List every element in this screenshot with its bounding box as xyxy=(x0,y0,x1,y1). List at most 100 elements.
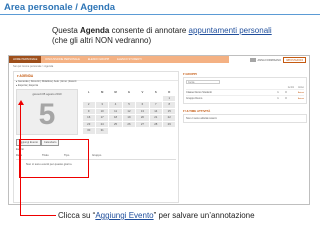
tab-elenco-studenti[interactable]: ELENCO STUDENTI xyxy=(113,56,145,63)
calendar-day[interactable]: 12 xyxy=(122,108,136,114)
calendar-day[interactable]: 26 xyxy=(122,121,136,127)
calendar-day[interactable]: 6 xyxy=(136,102,149,108)
calendar-day[interactable]: 25 xyxy=(109,121,122,127)
calendar-day[interactable]: 4 xyxy=(109,102,122,108)
agenda-filters[interactable]: ▸ Generale | Docenti | Didattica | Aule … xyxy=(16,80,136,87)
calendar-day xyxy=(136,128,148,134)
calendar-day[interactable]: 31 xyxy=(95,128,109,134)
calendar-day xyxy=(163,128,175,134)
settings-button[interactable]: IMPOSTAZIONI xyxy=(283,57,306,63)
weekday: M xyxy=(114,90,117,94)
calendar-day[interactable]: 22 xyxy=(163,115,176,121)
calendar-day[interactable]: 2 xyxy=(82,102,95,108)
calendar-day xyxy=(123,128,135,134)
calendar-day[interactable]: 13 xyxy=(136,108,149,114)
calendar-day[interactable]: 21 xyxy=(149,115,163,121)
calendar-day[interactable]: 20 xyxy=(136,115,149,121)
calendar-day[interactable]: 8 xyxy=(163,102,176,108)
weekday: S xyxy=(154,90,157,94)
intro-bold: Agenda xyxy=(80,26,110,35)
calendar-day[interactable]: 15 xyxy=(163,108,176,114)
calendar-day[interactable]: 17 xyxy=(95,115,109,121)
groups-table: Iscritti Attivo Classe Demo Studenti 1 0… xyxy=(186,86,304,101)
slide-title: Area personale / Agenda xyxy=(4,2,116,13)
group-name[interactable]: Classe Demo Studenti xyxy=(186,91,274,94)
group-actions-button[interactable]: Azioni xyxy=(290,92,304,94)
calendar-day[interactable]: 27 xyxy=(136,121,149,127)
calendar-week-row: 30 31 xyxy=(82,128,176,135)
caption: Clicca su “Aggiungi Evento” per salvare … xyxy=(58,211,255,220)
group-name[interactable]: Gruppo Demo xyxy=(186,97,274,100)
group-active: 0 xyxy=(285,97,287,100)
calendar-week-row: 2345678 xyxy=(82,102,176,109)
calendar-weeks: 1 2 3 4 5 6 7 8 9 10 11 12 13 14 15 16 17 18 19 20 21 22 23 24 2… xyxy=(82,95,176,134)
weekday-header: L M M G V S D xyxy=(82,90,176,95)
calendar-day[interactable]: 24 xyxy=(95,121,109,127)
highlight-box xyxy=(19,139,89,178)
weekday: G xyxy=(127,90,131,94)
calendar-day[interactable]: 23 xyxy=(82,121,95,127)
calendar-day xyxy=(109,128,121,134)
calendar-week-row: 9 10 11 12 13 14 15 xyxy=(82,108,176,115)
user-name[interactable]: ANNA FORMISANO xyxy=(258,59,282,62)
title-divider xyxy=(0,14,320,15)
intro-mid: consente di annotare xyxy=(109,26,189,35)
group-active: 0 xyxy=(285,91,287,94)
tab-discussione[interactable]: DISCUSSIONE PERSONALE xyxy=(41,56,83,63)
date-label: giovedì 05 agosto 2010 xyxy=(32,92,62,96)
avatar xyxy=(249,58,256,62)
activity-title-text: ULTIME ATTIVITÀ xyxy=(185,109,211,113)
filters-line-2[interactable]: ▸ Esporta | Esporta xyxy=(16,84,136,88)
intro-pre: Questa xyxy=(52,26,81,35)
calendar-day[interactable]: 29 xyxy=(163,121,176,127)
calendar-day[interactable]: 30 xyxy=(82,128,95,134)
calendar-day xyxy=(83,96,95,102)
arrow-up-icon xyxy=(17,100,24,105)
calendar-day[interactable]: 9 xyxy=(82,108,95,114)
calendar-day xyxy=(150,128,162,134)
activity-text: Non ci sono attività recenti. xyxy=(186,117,218,120)
caption-link: Aggiungi Evento xyxy=(95,211,154,220)
calendar-day[interactable]: 28 xyxy=(149,121,163,127)
group-members: 1 xyxy=(277,91,279,94)
calendar-day[interactable]: 18 xyxy=(109,115,122,121)
calendar-day[interactable]: 1 xyxy=(163,95,176,101)
calendar-week-row: 16 17 18 19 20 21 22 xyxy=(82,115,176,122)
groups-title-text: GRUPPI xyxy=(185,72,197,76)
calendar-day xyxy=(136,96,148,102)
groups-box: Iscritti Attivo Classe Demo Studenti 1 0… xyxy=(183,77,307,104)
tab-elenco-gruppi[interactable]: ELENCO GRUPPI xyxy=(84,56,113,63)
calendar-day[interactable]: 7 xyxy=(149,102,163,108)
day-card: giovedì 05 agosto 2010 5 xyxy=(16,89,78,135)
mini-calendar: L M M G V S D 1 2 3 4 5 6 7 8 9 10 11 12 13 14 15 16 17 1… xyxy=(82,90,176,134)
agenda-panel: ▾ AGENDA ▸ Generale | Docenti | Didattic… xyxy=(13,71,179,203)
calendar-day[interactable]: 10 xyxy=(95,108,109,114)
group-actions-button[interactable]: Azioni xyxy=(290,98,304,100)
calendar-day[interactable]: 19 xyxy=(122,115,136,121)
calendar-day xyxy=(150,96,162,102)
group-members: 1 xyxy=(277,97,279,100)
day-number: 5 xyxy=(38,98,56,131)
groups-search-input[interactable] xyxy=(186,80,220,84)
sidebar: ▾ GRUPPI Iscritti Attivo Classe Demo Stu… xyxy=(183,71,307,127)
calendar-week-row: 1 xyxy=(82,95,176,102)
calendar-day[interactable]: 11 xyxy=(109,108,122,114)
group-row[interactable]: Gruppo Demo 1 0 Azioni xyxy=(186,95,304,101)
calendar-week-row: 23 24 25 26 27 28 29 xyxy=(82,121,176,128)
intro-link: appuntamenti personali xyxy=(188,26,272,35)
weekday: V xyxy=(141,90,144,94)
caption-post: ” per salvare un’annotazione xyxy=(153,211,255,220)
hd-members: Iscritti xyxy=(287,86,295,89)
calendar-day[interactable]: 16 xyxy=(82,115,95,121)
col-group: Gruppo xyxy=(92,153,102,157)
calendar-day[interactable]: 3 xyxy=(95,102,109,108)
intro-post: (che gli altri NON vedranno) xyxy=(52,36,152,45)
app-screenshot: HOME PERSONALE DISCUSSIONE PERSONALE ELE… xyxy=(8,55,310,205)
calendar-day[interactable]: 14 xyxy=(149,108,163,114)
arrow-line xyxy=(20,104,21,215)
caption-pre: Clicca su “ xyxy=(58,211,96,220)
activity-box: Non ci sono attività recenti. xyxy=(183,114,307,123)
calendar-day[interactable]: 5 xyxy=(122,102,136,108)
tab-home-personale[interactable]: HOME PERSONALE xyxy=(9,56,42,63)
hd-active: Attivo xyxy=(298,86,304,89)
